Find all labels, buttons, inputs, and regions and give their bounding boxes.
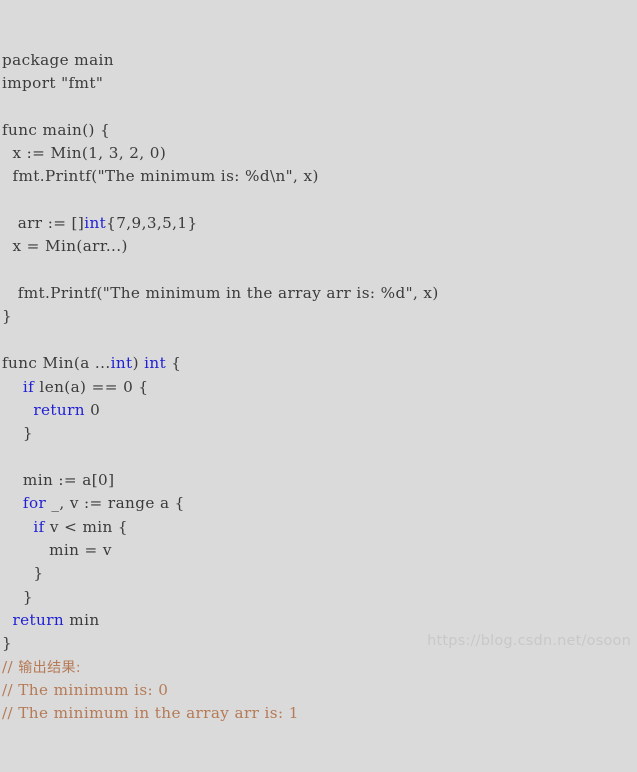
code-token: {7,9,3,5,1} — [106, 214, 198, 233]
code-line: func main() { — [2, 119, 637, 142]
code-line: return 0 — [2, 399, 637, 422]
code-line: arr := []int{7,9,3,5,1} — [2, 212, 637, 235]
code-line: min = v — [2, 539, 637, 562]
code-line: return min — [2, 609, 637, 632]
code-line: } — [2, 562, 637, 585]
code-token: min = v — [49, 540, 112, 559]
code-token: } — [2, 307, 13, 326]
code-line: for _, v := range a { — [2, 492, 637, 515]
code-token: } — [2, 634, 13, 653]
code-line: fmt.Printf("The minimum in the array arr… — [2, 282, 637, 305]
code-line: if v < min { — [2, 516, 637, 539]
code-keyword: int — [110, 354, 133, 373]
code-token: arr := [] — [17, 214, 85, 233]
code-line: // 输出结果: — [2, 656, 637, 679]
code-token: fmt.Printf("The minimum in the array arr… — [17, 284, 439, 303]
code-token: fmt.Printf("The minimum is: %d\n", x) — [12, 167, 319, 186]
code-token: func main() { — [2, 120, 111, 139]
code-keyword: if — [22, 377, 35, 396]
code-token: min — [64, 610, 100, 629]
code-line: // The minimum is: 0 — [2, 679, 637, 702]
code-token: package main — [2, 50, 114, 69]
code-token: x = Min(arr...) — [12, 237, 128, 256]
code-lines: package main import "fmt" func main() { x… — [2, 49, 637, 726]
code-keyword: return — [33, 400, 85, 419]
code-token: _, v := range a { — [46, 494, 185, 513]
code-line: if len(a) == 0 { — [2, 376, 637, 399]
code-comment: // The minimum in the array arr is: 1 — [2, 704, 299, 723]
code-keyword: return — [12, 610, 65, 629]
code-keyword: int — [84, 214, 107, 233]
code-line: } — [2, 305, 637, 328]
code-viewer[interactable]: package main import "fmt" func main() { x… — [0, 0, 637, 722]
code-line: x = Min(arr...) — [2, 235, 637, 258]
code-line: // The minimum in the array arr is: 1 — [2, 702, 637, 725]
code-keyword: if — [33, 517, 45, 536]
code-line: func Min(a ...int) int { — [2, 352, 637, 375]
code-token: x := Min(1, 3, 2, 0) — [12, 144, 167, 163]
code-token: min := a[0] — [22, 470, 115, 489]
code-token: ) — [132, 354, 145, 373]
code-token: { — [166, 354, 182, 373]
code-line: } — [2, 422, 637, 445]
code-line: package main — [2, 49, 637, 72]
code-line: fmt.Printf("The minimum is: %d\n", x) — [2, 165, 637, 188]
code-comment: // The minimum is: 0 — [2, 680, 169, 699]
code-line: x := Min(1, 3, 2, 0) — [2, 142, 637, 165]
code-line: import "fmt" — [2, 72, 637, 95]
code-token: func Min(a ... — [2, 354, 111, 373]
code-line: } — [2, 586, 637, 609]
code-token: } — [22, 587, 33, 606]
code-comment: // — [2, 657, 19, 676]
code-token: } — [33, 564, 44, 583]
code-comment: 输出结果: — [18, 659, 81, 676]
code-line: } — [2, 632, 637, 655]
code-keyword: for — [22, 494, 47, 513]
code-token: import "fmt" — [2, 74, 104, 93]
code-token: v < min { — [44, 517, 128, 536]
code-token: } — [22, 424, 33, 443]
code-token: 0 — [84, 400, 101, 419]
code-token: len(a) == 0 { — [34, 377, 149, 396]
code-keyword: int — [144, 354, 167, 373]
code-line: min := a[0] — [2, 469, 637, 492]
